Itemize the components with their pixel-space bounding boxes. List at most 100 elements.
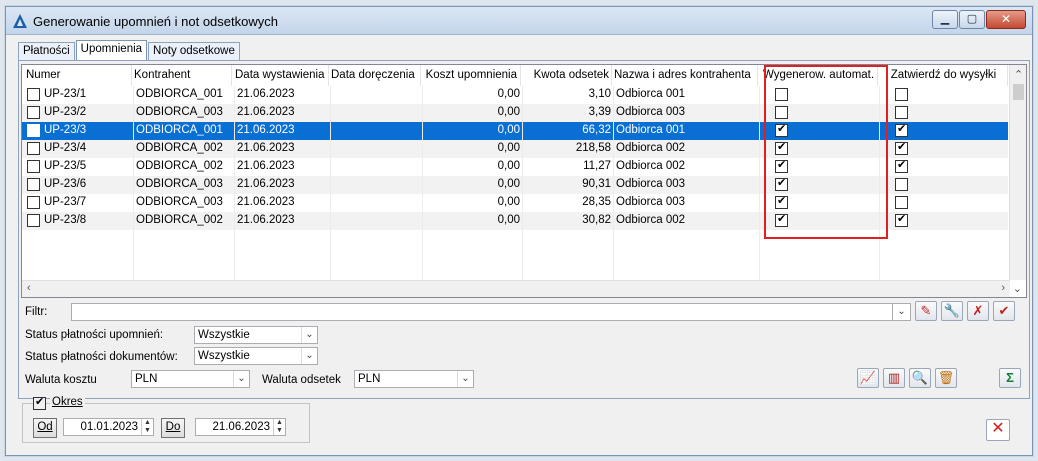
vertical-scroll-thumb[interactable] — [1013, 84, 1024, 100]
waluta-kosztu-label: Waluta kosztu — [25, 374, 97, 386]
filter-apply-button[interactable]: ✔ — [993, 301, 1015, 321]
zatwierdz-checkbox[interactable] — [895, 122, 908, 137]
row-select-checkbox[interactable] — [27, 160, 40, 173]
close-dialog-button[interactable]: ✕ — [986, 419, 1010, 441]
status-dokumentow-value: Wszystkie — [198, 350, 250, 362]
tab-upomnienia[interactable]: Upomnienia — [75, 40, 148, 61]
col-divider — [133, 86, 134, 291]
waluta-kosztu-select[interactable]: PLN ⌄ — [131, 370, 250, 388]
cell-numer: UP-23/7 — [44, 196, 87, 208]
filter-clear-button[interactable]: ✎ — [915, 301, 937, 321]
cell-koszt: 0,00 — [497, 160, 520, 172]
title-bar: Generowanie upomnień i not odsetkowych ▁… — [6, 7, 1032, 35]
minimize-button[interactable]: ▁ — [932, 10, 958, 29]
row-select-checkbox[interactable] — [27, 106, 40, 119]
cell-data-wystawienia: 21.06.2023 — [237, 106, 295, 118]
row-select-checkbox[interactable] — [27, 196, 40, 209]
col-header-numer[interactable]: Numer — [26, 65, 132, 86]
pencil-cross-icon: ✎ — [920, 303, 932, 318]
col-header-kwota-odsetek[interactable]: Kwota odsetek — [523, 65, 612, 86]
cell-kontrahent: ODBIORCA_002 — [136, 142, 223, 154]
filter-label: Filtr: — [25, 306, 48, 318]
cell-kwota: 3,39 — [588, 106, 611, 118]
zatwierdz-checkbox[interactable] — [895, 212, 908, 227]
tab-bar: Płatności Upomnienia Noty odsetkowe — [18, 40, 241, 61]
cell-nazwa: Odbiorca 001 — [616, 124, 686, 136]
filter-remove-button[interactable]: ✗ — [967, 301, 989, 321]
zatwierdz-checkbox[interactable] — [895, 140, 908, 155]
col-header-koszt-upomnienia[interactable]: Koszt upomnienia — [423, 65, 521, 86]
zatwierdz-checkbox[interactable] — [895, 196, 908, 209]
cell-nazwa: Odbiorca 002 — [616, 160, 686, 172]
preview-button[interactable]: 🔍 — [909, 368, 931, 388]
zatwierdz-checkbox[interactable] — [895, 178, 908, 191]
minimize-icon: ▁ — [940, 13, 950, 25]
cell-koszt: 0,00 — [497, 88, 520, 100]
cell-data-wystawienia: 21.06.2023 — [237, 214, 295, 226]
sum-button[interactable]: Σ — [999, 368, 1021, 388]
col-header-nazwa-adres[interactable]: Nazwa i adres kontrahenta — [614, 65, 758, 86]
scroll-right-icon[interactable]: › — [1001, 282, 1005, 294]
status-upomnien-value: Wszystkie — [198, 329, 250, 341]
tab-platnosci[interactable]: Płatności — [18, 42, 75, 61]
do-date-input[interactable]: 21.06.2023 ▲ ▼ — [195, 418, 286, 436]
okres-group: Okres Od 01.01.2023 ▲▼ Do 21.06.2023 ▲▼ — [22, 395, 310, 443]
row-select-checkbox[interactable] — [27, 214, 40, 227]
row-select-checkbox[interactable] — [27, 88, 40, 101]
chevron-down-icon: ⌄ — [233, 371, 249, 387]
spin-icon[interactable]: ▲ ▼ — [273, 419, 285, 435]
close-icon: ✕ — [991, 420, 1005, 437]
tab-noty-odsetkowe[interactable]: Noty odsetkowe — [148, 42, 240, 61]
cell-kwota: 3,10 — [588, 88, 611, 100]
od-button[interactable]: Od — [33, 418, 57, 438]
cell-numer: UP-23/8 — [44, 214, 87, 226]
row-select-checkbox[interactable] — [27, 178, 40, 191]
waluta-odsetek-select[interactable]: PLN ⌄ — [354, 370, 474, 388]
zatwierdz-checkbox[interactable] — [895, 158, 908, 173]
chevron-down-icon: ⌄ — [457, 371, 473, 387]
od-date-input[interactable]: 01.01.2023 ▲ ▼ — [63, 418, 154, 436]
col-header-zatwierdz[interactable]: Zatwierdź do wysyłki — [880, 65, 1008, 86]
window-title: Generowanie upomnień i not odsetkowych — [33, 14, 278, 29]
close-window-button[interactable]: ✕ — [986, 10, 1026, 29]
status-upomnien-label: Status płatności upomnień: — [25, 329, 164, 341]
filter-construct-button[interactable]: 🔧 — [941, 301, 963, 321]
waluta-odsetek-label: Waluta odsetek — [262, 374, 341, 386]
columns-button[interactable]: ▥ — [883, 368, 905, 388]
status-upomnien-select[interactable]: Wszystkie ⌄ — [194, 326, 318, 344]
do-button[interactable]: Do — [161, 418, 185, 438]
filter-dropdown[interactable]: ⌄ — [892, 303, 911, 321]
filter-input[interactable] — [71, 303, 911, 321]
status-dokumentow-select[interactable]: Wszystkie ⌄ — [194, 347, 318, 365]
cell-numer: UP-23/6 — [44, 178, 87, 190]
vertical-scrollbar[interactable]: ⌃ — [1009, 65, 1026, 280]
scroll-up-icon[interactable]: ⌃ — [1014, 68, 1023, 81]
horizontal-scrollbar[interactable]: ‹ › — [22, 280, 1010, 297]
col-header-data-doreczenia[interactable]: Data doręczenia — [331, 65, 421, 86]
zatwierdz-checkbox[interactable] — [895, 106, 908, 119]
cell-nazwa: Odbiorca 003 — [616, 196, 686, 208]
col-header-data-wystawienia[interactable]: Data wystawienia — [235, 65, 329, 86]
zatwierdz-checkbox[interactable] — [895, 88, 908, 101]
cell-kontrahent: ODBIORCA_001 — [136, 124, 223, 136]
chart-icon: 📈 — [859, 370, 877, 385]
col-divider — [422, 86, 423, 291]
close-icon: ✕ — [1000, 12, 1012, 26]
cell-kontrahent: ODBIORCA_002 — [136, 214, 223, 226]
cell-kontrahent: ODBIORCA_003 — [136, 196, 223, 208]
spin-icon[interactable]: ▲ ▼ — [141, 419, 153, 435]
scroll-down-icon[interactable]: ⌄ — [1013, 282, 1022, 295]
scroll-left-icon[interactable]: ‹ — [27, 282, 31, 294]
status-dokumentow-label: Status płatności dokumentów: — [25, 351, 178, 363]
row-select-checkbox[interactable] — [27, 124, 40, 137]
chart-button[interactable]: 📈 — [857, 368, 879, 388]
okres-checkbox[interactable] — [33, 395, 46, 410]
chevron-down-icon: ⌄ — [301, 348, 317, 364]
maximize-button[interactable]: ▢ — [959, 10, 985, 29]
delete-button[interactable]: 🗑 — [935, 368, 957, 388]
cell-data-wystawienia: 21.06.2023 — [237, 88, 295, 100]
row-select-checkbox[interactable] — [27, 142, 40, 155]
col-header-kontrahent[interactable]: Kontrahent — [134, 65, 232, 86]
okres-label: Okres — [50, 396, 85, 408]
do-date-value: 21.06.2023 — [212, 421, 270, 433]
